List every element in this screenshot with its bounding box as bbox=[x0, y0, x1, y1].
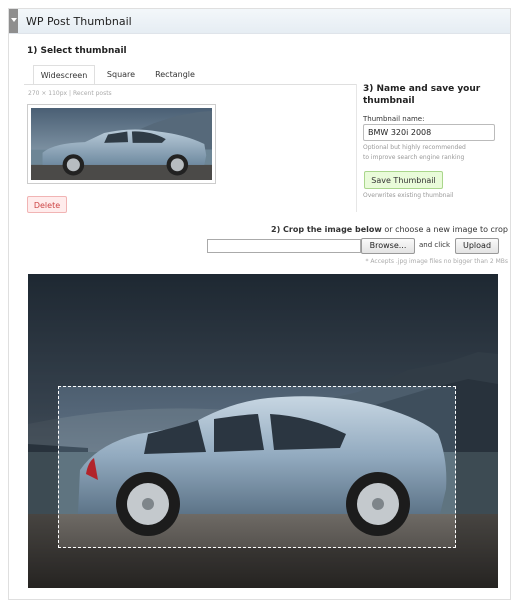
tab-square[interactable]: Square bbox=[98, 65, 144, 85]
thumbnail-name-label: Thumbnail name: bbox=[363, 115, 425, 123]
collapse-handle[interactable] bbox=[9, 9, 18, 33]
select-thumbnail-heading: 1) Select thumbnail bbox=[27, 46, 127, 56]
browse-button[interactable]: Browse... bbox=[361, 238, 415, 254]
panel-header[interactable]: WP Post Thumbnail bbox=[9, 9, 510, 34]
thumbnail-preview bbox=[27, 104, 216, 184]
crop-image[interactable] bbox=[28, 274, 498, 588]
accepts-note: * Accepts .jpg image files no bigger tha… bbox=[365, 258, 508, 265]
chevron-down-icon bbox=[11, 18, 17, 22]
delete-button[interactable]: Delete bbox=[27, 196, 67, 213]
save-heading-line2: thumbnail bbox=[363, 96, 415, 106]
crop-heading-rest: or choose a new image to crop bbox=[381, 225, 508, 234]
tab-rectangle[interactable]: Rectangle bbox=[146, 65, 204, 85]
tab-divider bbox=[24, 84, 357, 85]
column-divider bbox=[356, 84, 357, 212]
overwrite-note: Overwrites existing thumbnail bbox=[363, 192, 454, 199]
upload-button[interactable]: Upload bbox=[455, 238, 499, 254]
thumbnail-name-input[interactable] bbox=[363, 124, 495, 141]
name-hint-line2: to improve search engine ranking bbox=[363, 154, 465, 161]
panel-title: WP Post Thumbnail bbox=[26, 15, 132, 28]
thumbnail-image bbox=[31, 108, 212, 180]
name-hint-line1: Optional but highly recommended bbox=[363, 144, 466, 151]
file-path-field[interactable] bbox=[207, 239, 361, 253]
thumbnail-meta: 270 × 110px | Recent posts bbox=[28, 90, 112, 97]
and-click-label: and click bbox=[419, 241, 451, 249]
crop-heading-bold: 2) Crop the image below bbox=[271, 225, 382, 234]
crop-heading: 2) Crop the image below or choose a new … bbox=[271, 225, 508, 234]
tab-widescreen[interactable]: Widescreen bbox=[33, 65, 95, 85]
save-thumbnail-button[interactable]: Save Thumbnail bbox=[364, 171, 443, 189]
save-heading-line1: 3) Name and save your bbox=[363, 84, 481, 94]
crop-selection[interactable] bbox=[58, 386, 456, 548]
